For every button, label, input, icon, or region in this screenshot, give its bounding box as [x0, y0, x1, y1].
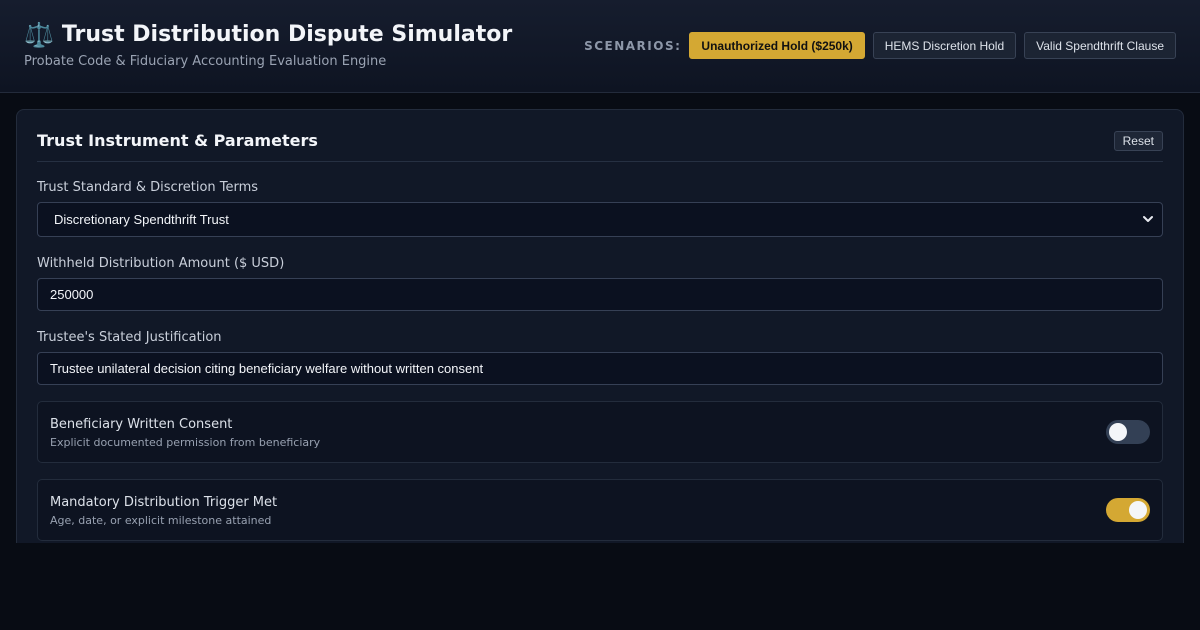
scenario-button-unauthorized-hold[interactable]: Unauthorized Hold ($250k)	[689, 32, 865, 59]
balance-scale-icon: ⚖️	[24, 21, 54, 49]
mandatory-trigger-title: Mandatory Distribution Trigger Met	[50, 495, 278, 510]
title-row: ⚖️ Trust Distribution Dispute Simulator	[24, 20, 512, 50]
reset-button[interactable]: Reset	[1113, 131, 1163, 151]
page-subtitle: Probate Code & Fiduciary Accounting Eval…	[24, 54, 387, 69]
trust-standard-selected-value: Discretionary Spendthrift Trust	[54, 212, 229, 227]
panel-header: Trust Instrument & Parameters Reset	[37, 130, 1163, 162]
app-header: ⚖️ Trust Distribution Dispute Simulator …	[0, 0, 1200, 93]
mandatory-trigger-description: Age, date, or explicit milestone attaine…	[50, 514, 272, 527]
chevron-down-icon	[1143, 216, 1153, 222]
mandatory-trigger-toggle[interactable]	[1106, 498, 1150, 522]
page-title: Trust Distribution Dispute Simulator	[61, 22, 513, 47]
toggle-knob	[1129, 501, 1147, 519]
beneficiary-consent-description: Explicit documented permission from bene…	[50, 436, 321, 449]
trust-standard-select[interactable]: Discretionary Spendthrift Trust	[37, 202, 1163, 237]
beneficiary-consent-title: Beneficiary Written Consent	[50, 417, 233, 432]
mandatory-trigger-card: Mandatory Distribution Trigger Met Age, …	[37, 479, 1163, 541]
panel-title: Trust Instrument & Parameters	[37, 131, 318, 150]
withheld-amount-label: Withheld Distribution Amount ($ USD)	[37, 256, 285, 271]
trust-standard-label: Trust Standard & Discretion Terms	[37, 180, 259, 195]
scenario-bar: SCENARIOS: Unauthorized Hold ($250k) HEM…	[584, 32, 1176, 59]
scenarios-label: SCENARIOS:	[584, 38, 682, 53]
parameters-panel: Trust Instrument & Parameters Reset Trus…	[16, 109, 1184, 543]
scenario-button-valid-spendthrift-clause[interactable]: Valid Spendthrift Clause	[1024, 32, 1176, 59]
scenario-button-hems-discretion-hold[interactable]: HEMS Discretion Hold	[872, 32, 1017, 59]
beneficiary-consent-toggle[interactable]	[1106, 420, 1150, 444]
withheld-amount-input[interactable]: 250000	[37, 278, 1163, 311]
toggle-knob	[1109, 423, 1127, 441]
beneficiary-consent-card: Beneficiary Written Consent Explicit doc…	[37, 401, 1163, 463]
justification-label: Trustee's Stated Justification	[37, 330, 222, 345]
justification-input[interactable]: Trustee unilateral decision citing benef…	[37, 352, 1163, 385]
